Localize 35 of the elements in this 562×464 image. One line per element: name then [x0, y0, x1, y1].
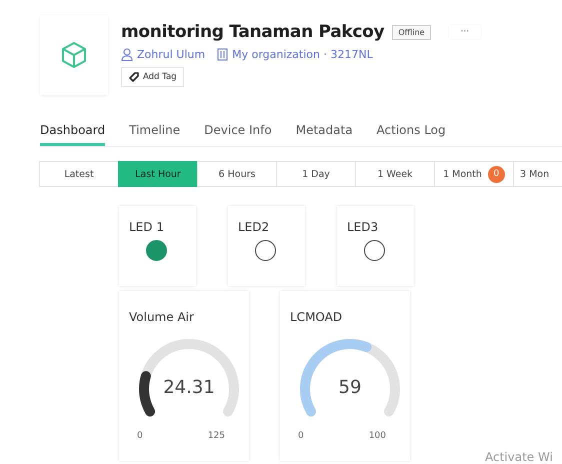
led-label: LED 1: [129, 220, 164, 234]
tag-icon: [128, 71, 140, 83]
owner-link[interactable]: Zohrul Ulum: [137, 48, 206, 61]
led-label: LED3: [347, 220, 378, 234]
led-label: LED2: [238, 220, 270, 234]
tab[interactable]: Dashboard: [40, 120, 106, 146]
time-range-button[interactable]: Latest: [39, 161, 119, 187]
activation-notice: Activate Wi: [485, 450, 553, 464]
time-range-button[interactable]: 1 Week: [355, 161, 435, 187]
scale-max: 125: [208, 431, 225, 441]
device-title: monitoring Tanaman Pakcoy: [121, 22, 384, 42]
organization-link[interactable]: My organization · 3217NL: [232, 48, 373, 61]
more-button[interactable]: ···: [448, 25, 482, 39]
gauge-value: 59: [338, 377, 362, 398]
gauge-value: 24.31: [162, 377, 216, 398]
gauge-label: Volume Air: [129, 310, 194, 324]
tab[interactable]: Metadata: [296, 120, 353, 146]
scale-max: 100: [368, 431, 386, 441]
gauge-label: LCMOAD: [290, 310, 342, 324]
scale-min: 0: [137, 431, 143, 441]
time-range-button[interactable]: 6 Hours: [197, 161, 277, 187]
cube-icon: [61, 41, 87, 69]
tab[interactable]: Device Info: [204, 120, 272, 146]
user-icon: [121, 48, 133, 61]
scale-min: 0: [298, 431, 304, 441]
add-tag-button[interactable]: Add Tag: [121, 67, 184, 87]
time-range-button[interactable]: 3 Mon: [513, 161, 562, 187]
time-range-button[interactable]: 1 Month 0: [434, 161, 514, 187]
tab[interactable]: Actions Log: [376, 120, 446, 146]
count-badge: 0: [488, 166, 505, 182]
tab[interactable]: Timeline: [129, 120, 180, 146]
time-range-button[interactable]: 1 Day: [276, 161, 356, 187]
building-icon: [217, 48, 228, 61]
status-badge: Offline: [392, 24, 431, 40]
time-range-button[interactable]: Last Hour: [118, 161, 198, 187]
